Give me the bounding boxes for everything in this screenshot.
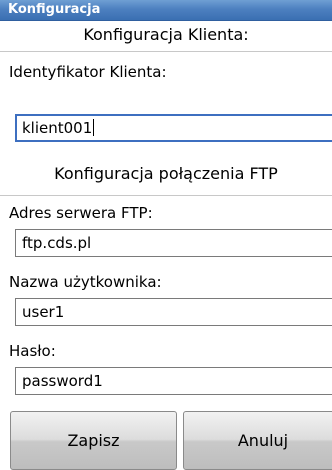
window-title: Konfiguracja bbox=[8, 2, 101, 17]
ftp-server-input[interactable]: ftp.cds.pl bbox=[15, 229, 332, 257]
divider bbox=[0, 195, 332, 196]
username-input[interactable]: user1 bbox=[15, 298, 332, 326]
username-value: user1 bbox=[22, 303, 65, 321]
password-value: password1 bbox=[22, 372, 103, 390]
text-caret bbox=[93, 119, 95, 136]
cancel-button[interactable]: Anuluj bbox=[183, 411, 332, 470]
client-section-header: Konfiguracja Klienta: bbox=[83, 25, 249, 44]
client-id-input[interactable]: klient001 bbox=[15, 114, 332, 142]
save-button[interactable]: Zapisz bbox=[10, 411, 177, 470]
username-label: Nazwa użytkownika: bbox=[9, 273, 162, 291]
client-id-label: Identyfikator Klienta: bbox=[9, 63, 167, 81]
divider bbox=[0, 51, 332, 52]
ftp-section-header: Konfiguracja połączenia FTP bbox=[54, 164, 278, 183]
title-bar: Konfiguracja bbox=[0, 0, 332, 21]
ftp-server-label: Adres serwera FTP: bbox=[9, 204, 153, 222]
config-window: Konfiguracja Konfiguracja Klienta: Ident… bbox=[0, 0, 332, 470]
client-id-value: klient001 bbox=[22, 119, 93, 137]
ftp-server-value: ftp.cds.pl bbox=[22, 234, 92, 252]
password-input[interactable]: password1 bbox=[15, 367, 332, 395]
password-label: Hasło: bbox=[9, 342, 56, 360]
